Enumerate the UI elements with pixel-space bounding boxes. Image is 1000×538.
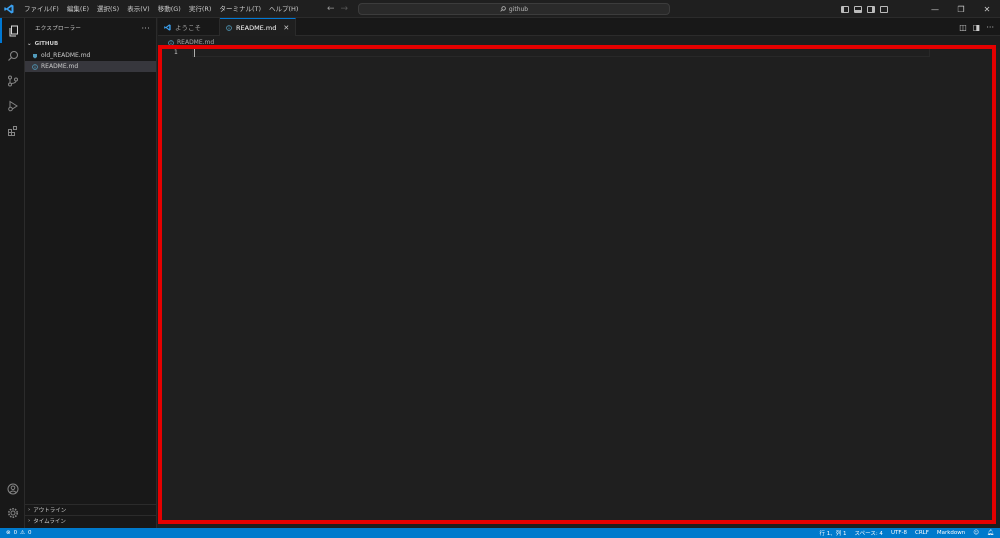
close-window-icon[interactable]: ✕ bbox=[974, 0, 1000, 18]
menu-go[interactable]: 移動(G) bbox=[154, 0, 185, 18]
error-icon: ⊗ bbox=[6, 530, 11, 536]
status-right: 行 1、列 1 スペース: 4 UTF-8 CRLF Markdown ☺ 🔔︎ bbox=[819, 528, 994, 538]
split-editor-icon[interactable]: ◨ bbox=[973, 23, 981, 32]
toggle-primary-sidebar-icon[interactable] bbox=[841, 5, 849, 13]
editor-area[interactable]: 1 bbox=[158, 48, 1000, 528]
sidebar-title: エクスプローラー bbox=[35, 26, 82, 32]
tab-label: README.md bbox=[236, 23, 277, 32]
file-name: old_README.md bbox=[41, 52, 91, 59]
file-name: README.md bbox=[41, 63, 79, 70]
tab-readme[interactable]: README.md ✕ bbox=[220, 18, 297, 36]
back-arrow-icon[interactable]: ← bbox=[327, 4, 335, 14]
notifications-bell-icon[interactable]: 🔔︎ bbox=[987, 530, 994, 536]
sidebar-header: エクスプローラー ··· bbox=[25, 18, 156, 38]
chevron-right-icon: › bbox=[28, 507, 31, 513]
outline-section-header[interactable]: › アウトライン bbox=[25, 504, 156, 515]
end-of-line[interactable]: CRLF bbox=[915, 530, 929, 536]
command-center-label: github bbox=[508, 5, 529, 13]
text-cursor bbox=[194, 49, 195, 57]
minimize-icon[interactable]: — bbox=[922, 0, 948, 18]
more-actions-icon[interactable]: ··· bbox=[986, 23, 994, 32]
open-preview-side-icon[interactable]: ◫ bbox=[959, 23, 967, 32]
search-icon bbox=[500, 6, 506, 12]
toggle-secondary-sidebar-icon[interactable] bbox=[867, 5, 875, 13]
encoding[interactable]: UTF-8 bbox=[891, 530, 907, 536]
warning-count: 0 bbox=[28, 530, 32, 536]
error-count: 0 bbox=[13, 530, 18, 536]
file-item-old-readme[interactable]: old_README.md bbox=[25, 50, 156, 61]
chevron-down-icon: ⌄ bbox=[27, 41, 32, 47]
tab-label: ようこそ bbox=[175, 24, 201, 32]
info-icon bbox=[226, 24, 232, 31]
window-controls: — ❐ ✕ bbox=[922, 0, 1000, 18]
indentation[interactable]: スペース: 4 bbox=[854, 529, 882, 537]
menu-edit[interactable]: 編集(E) bbox=[63, 0, 93, 18]
navigation-arrows: ← → bbox=[327, 0, 348, 18]
close-tab-icon[interactable]: ✕ bbox=[283, 24, 289, 32]
markdown-icon bbox=[33, 53, 37, 58]
outline-label: アウトライン bbox=[33, 508, 67, 514]
search-activity-icon[interactable] bbox=[0, 43, 25, 68]
forward-arrow-icon[interactable]: → bbox=[341, 4, 349, 14]
menu-view[interactable]: 表示(V) bbox=[123, 0, 154, 18]
breadcrumb[interactable]: README.md bbox=[158, 37, 214, 48]
chevron-right-icon: › bbox=[28, 518, 31, 524]
problems-indicator[interactable]: ⊗ 0 ⚠ 0 bbox=[0, 530, 32, 536]
breadcrumb-file: README.md bbox=[177, 39, 215, 46]
status-bar: ⊗ 0 ⚠ 0 行 1、列 1 スペース: 4 UTF-8 CRLF Markd… bbox=[0, 528, 1000, 538]
explorer-sidebar: エクスプローラー ··· ⌄ GITHUB old_README.md READ… bbox=[25, 18, 157, 528]
folder-name: GITHUB bbox=[34, 41, 59, 47]
warning-icon: ⚠ bbox=[20, 530, 26, 536]
extensions-icon[interactable] bbox=[0, 118, 25, 143]
folder-section-header[interactable]: ⌄ GITHUB bbox=[25, 38, 156, 50]
timeline-label: タイムライン bbox=[33, 519, 66, 525]
more-actions-icon[interactable]: ··· bbox=[141, 24, 150, 33]
account-icon[interactable] bbox=[0, 476, 25, 501]
info-icon bbox=[168, 39, 174, 46]
line-number: 1 bbox=[174, 49, 178, 56]
file-item-readme[interactable]: README.md bbox=[25, 61, 156, 72]
explorer-icon[interactable] bbox=[0, 18, 25, 43]
vscode-logo-icon bbox=[0, 0, 18, 18]
menu-bar: ファイル(F) 編集(E) 選択(S) 表示(V) 移動(G) 実行(R) ター… bbox=[20, 0, 302, 18]
current-line-highlight bbox=[192, 48, 930, 57]
settings-gear-icon[interactable] bbox=[0, 500, 25, 525]
command-center-search[interactable]: github bbox=[358, 3, 670, 15]
info-icon bbox=[32, 63, 38, 70]
menu-terminal[interactable]: ターミナル(T) bbox=[215, 0, 265, 18]
toggle-panel-icon[interactable] bbox=[854, 5, 862, 13]
editor-actions: ◫ ◨ ··· bbox=[959, 18, 994, 36]
timeline-section-header[interactable]: › タイムライン bbox=[25, 515, 156, 526]
vscode-logo-icon bbox=[164, 23, 171, 31]
title-bar: ファイル(F) 編集(E) 選択(S) 表示(V) 移動(G) 実行(R) ター… bbox=[0, 0, 1000, 18]
editor-tab-bar: ようこそ README.md ✕ ◫ ◨ ··· bbox=[158, 18, 1000, 36]
restore-icon[interactable]: ❐ bbox=[948, 0, 974, 18]
menu-selection[interactable]: 選択(S) bbox=[93, 0, 123, 18]
tab-welcome[interactable]: ようこそ bbox=[158, 18, 220, 36]
language-mode[interactable]: Markdown bbox=[937, 530, 965, 536]
layout-controls bbox=[841, 0, 888, 18]
customize-layout-icon[interactable] bbox=[880, 5, 888, 13]
feedback-icon[interactable]: ☺ bbox=[973, 530, 979, 536]
activity-bar bbox=[0, 18, 25, 528]
menu-file[interactable]: ファイル(F) bbox=[20, 0, 63, 18]
menu-help[interactable]: ヘルプ(H) bbox=[265, 0, 302, 18]
cursor-position[interactable]: 行 1、列 1 bbox=[819, 529, 846, 537]
source-control-icon[interactable] bbox=[0, 68, 25, 93]
run-debug-icon[interactable] bbox=[0, 93, 25, 118]
menu-run[interactable]: 実行(R) bbox=[185, 0, 216, 18]
